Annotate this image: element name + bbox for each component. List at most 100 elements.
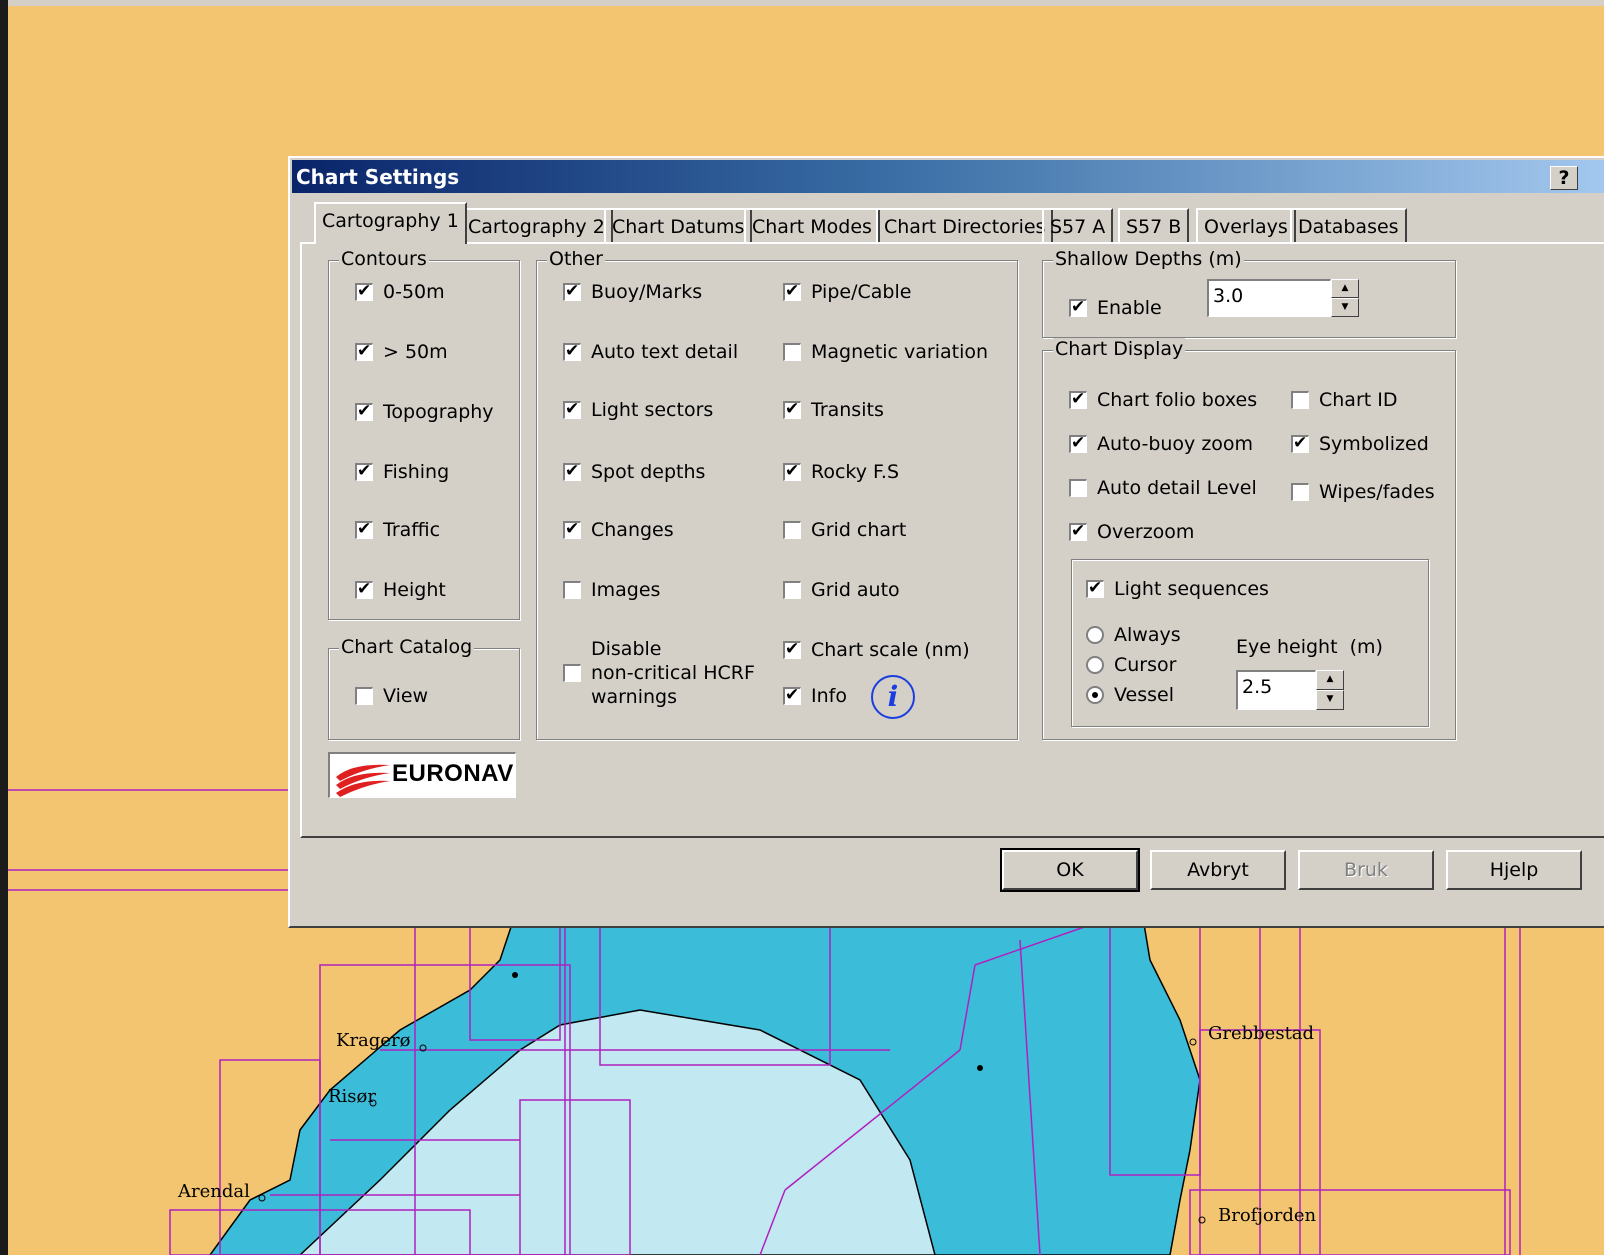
checkbox-box[interactable] [1069,389,1087,409]
wipes-fades-checkbox[interactable]: Wipes/fades [1291,481,1435,503]
info-icon[interactable]: i [871,675,915,719]
chart-scale-checkbox[interactable]: Chart scale (nm) [783,639,970,661]
checkbox-box[interactable] [1069,433,1087,453]
tab-databases[interactable]: Databases [1290,208,1407,242]
tab-chart-datums[interactable]: Chart Datums [604,208,753,242]
checkbox-label: Chart folio boxes [1097,389,1258,411]
shallow-enable-checkbox[interactable]: Enable [1069,297,1162,319]
checkbox-box[interactable] [783,521,801,539]
light-sectors-checkbox[interactable]: Light sectors [563,399,713,421]
spin-down-icon[interactable]: ▼ [1331,298,1359,317]
checkbox-box[interactable] [563,519,581,539]
checkbox-label: 0-50m [383,281,445,303]
checkbox-box[interactable] [355,281,373,301]
checkbox-box[interactable] [1291,391,1309,409]
checkbox-box[interactable] [1069,297,1087,317]
radio-button[interactable] [1086,686,1104,704]
checkbox-box[interactable] [783,399,801,419]
spin-up-icon[interactable]: ▲ [1316,670,1344,690]
checkbox-box[interactable] [783,281,801,301]
radio-button[interactable] [1086,656,1104,674]
spinner-arrows[interactable]: ▲ ▼ [1316,670,1344,710]
symbolized-checkbox[interactable]: Symbolized [1291,433,1429,455]
tab-overlays[interactable]: Overlays [1196,208,1296,242]
overzoom-checkbox[interactable]: Overzoom [1069,521,1194,543]
magnetic-variation-checkbox[interactable]: Magnetic variation [783,341,988,363]
fishing-checkbox[interactable]: Fishing [355,461,449,483]
checkbox-box[interactable] [355,579,373,599]
buoy-marks-checkbox[interactable]: Buoy/Marks [563,281,702,303]
help-question-button[interactable]: ? [1550,166,1578,190]
contour-over-50m-checkbox[interactable]: > 50m [355,341,448,363]
checkbox-box[interactable] [783,461,801,481]
checkbox-box[interactable] [563,399,581,419]
checkbox-box[interactable] [355,401,373,421]
pipe-cable-checkbox[interactable]: Pipe/Cable [783,281,911,303]
grid-auto-checkbox[interactable]: Grid auto [783,579,900,601]
checkbox-box[interactable] [1291,433,1309,453]
eye-height-spinner[interactable]: 2.5 ▲ ▼ [1236,670,1344,710]
traffic-checkbox[interactable]: Traffic [355,519,440,541]
shallow-depth-input[interactable]: 3.0 [1207,279,1331,317]
checkbox-box[interactable] [783,685,801,705]
tab-s57-a[interactable]: S57 A [1042,208,1114,242]
checkbox-box[interactable] [783,639,801,659]
checkbox-box[interactable] [1069,521,1087,541]
checkbox-box[interactable] [355,687,373,705]
tab-chart-directories[interactable]: Chart Directories [876,208,1054,242]
grid-chart-checkbox[interactable]: Grid chart [783,519,906,541]
radio-cursor[interactable]: Cursor [1086,654,1176,676]
auto-detail-level-checkbox[interactable]: Auto detail Level [1069,477,1257,499]
contour-0-50m-checkbox[interactable]: 0-50m [355,281,445,303]
chart-folio-boxes-checkbox[interactable]: Chart folio boxes [1069,389,1257,411]
checkbox-label: Traffic [383,519,441,541]
spot-depths-checkbox[interactable]: Spot depths [563,461,705,483]
topography-checkbox[interactable]: Topography [355,401,494,423]
info-checkbox[interactable]: Info [783,685,847,707]
auto-text-detail-checkbox[interactable]: Auto text detail [563,341,738,363]
checkbox-box[interactable] [1069,479,1087,497]
tab-s57-b[interactable]: S57 B [1118,208,1190,242]
disable-hcrf-warnings-checkbox[interactable]: Disable non-critical HCRF warnings [563,637,755,709]
catalog-view-checkbox[interactable]: View [355,685,428,707]
tab-chart-modes[interactable]: Chart Modes [744,208,880,242]
light-sequences-checkbox[interactable]: Light sequences [1086,578,1269,600]
checkbox-box[interactable] [563,341,581,361]
checkbox-box[interactable] [563,281,581,301]
checkbox-box[interactable] [355,341,373,361]
tab-cartography-2[interactable]: Cartography 2 [460,208,613,242]
ok-button[interactable]: OK [1000,848,1140,892]
spin-up-icon[interactable]: ▲ [1331,279,1359,298]
apply-button[interactable]: Bruk [1298,850,1434,890]
images-checkbox[interactable]: Images [563,579,660,601]
transits-checkbox[interactable]: Transits [783,399,884,421]
radio-vessel[interactable]: Vessel [1086,684,1174,706]
checkbox-box[interactable] [1291,483,1309,501]
spin-down-icon[interactable]: ▼ [1316,690,1344,710]
checkbox-box[interactable] [563,581,581,599]
checkbox-box[interactable] [355,519,373,539]
checkbox-label: Auto detail Level [1097,477,1257,499]
checkbox-box[interactable] [355,461,373,481]
contours-group-label: Contours [339,248,429,270]
checkbox-box[interactable] [783,343,801,361]
spinner-arrows[interactable]: ▲ ▼ [1331,279,1359,317]
checkbox-box[interactable] [563,664,581,682]
cancel-button[interactable]: Avbryt [1150,850,1286,890]
radio-always[interactable]: Always [1086,624,1181,646]
help-button[interactable]: Hjelp [1446,850,1582,890]
checkbox-box[interactable] [1086,578,1104,598]
tab-cartography-1[interactable]: Cartography 1 [314,202,467,244]
eye-height-input[interactable]: 2.5 [1236,670,1316,710]
checkbox-box[interactable] [783,581,801,599]
radio-button[interactable] [1086,626,1104,644]
auto-buoy-zoom-checkbox[interactable]: Auto-buoy zoom [1069,433,1253,455]
dialog-titlebar[interactable]: Chart Settings ? [292,160,1604,193]
other-group-label: Other [547,248,605,270]
shallow-depth-spinner[interactable]: 3.0 ▲ ▼ [1207,279,1359,317]
changes-checkbox[interactable]: Changes [563,519,674,541]
checkbox-box[interactable] [563,461,581,481]
height-checkbox[interactable]: Height [355,579,446,601]
chart-id-checkbox[interactable]: Chart ID [1291,389,1398,411]
rocky-fs-checkbox[interactable]: Rocky F.S [783,461,899,483]
